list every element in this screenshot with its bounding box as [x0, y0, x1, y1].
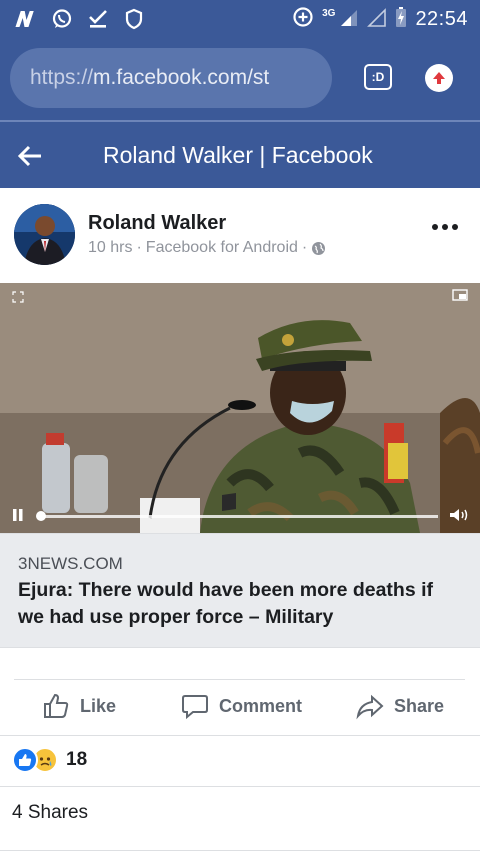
share-arrow-icon — [356, 694, 384, 720]
post-source: Facebook for Android — [145, 239, 298, 256]
post-time[interactable]: 10 hrs — [88, 239, 132, 257]
download-done-icon — [86, 7, 110, 31]
n-app-icon — [14, 7, 38, 31]
minimize-icon[interactable] — [452, 289, 468, 301]
link-title: Ejura: There would have been more deaths… — [18, 579, 434, 628]
fullscreen-corner-icon[interactable] — [12, 291, 24, 303]
data-saver-icon — [292, 6, 314, 33]
shares-divider — [0, 786, 480, 787]
tab-switcher-button[interactable]: :D — [364, 64, 392, 90]
share-button[interactable]: Share — [356, 692, 444, 720]
action-bar: Like Comment Share — [0, 680, 480, 735]
avatar[interactable] — [14, 204, 75, 265]
app-bar: Roland Walker | Facebook — [0, 122, 480, 188]
shield-icon — [122, 7, 146, 31]
progress-knob[interactable] — [36, 511, 46, 521]
signal-empty-icon — [367, 6, 387, 33]
upload-button[interactable] — [425, 64, 453, 92]
whatsapp-icon — [50, 7, 74, 31]
comment-icon — [182, 695, 208, 720]
url-host: m.facebook.com/st — [93, 66, 270, 89]
post-author-name[interactable]: Roland Walker — [88, 212, 226, 235]
like-label: Like — [80, 695, 117, 716]
pause-icon[interactable] — [12, 508, 24, 525]
url-scheme: https:// — [30, 66, 94, 89]
browser-toolbar: https://m.facebook.com/st :D — [0, 38, 480, 120]
thumbs-up-icon — [44, 693, 69, 718]
back-arrow-icon[interactable] — [16, 142, 44, 170]
status-icons-left — [14, 7, 146, 31]
signal-icon — [339, 6, 359, 33]
video-progress-bar[interactable] — [36, 511, 438, 521]
volume-icon[interactable] — [449, 508, 469, 522]
more-options-button[interactable] — [432, 224, 458, 230]
post-meta: 10 hrs · Facebook for Android · — [88, 239, 326, 257]
url-field[interactable]: https://m.facebook.com/st — [10, 48, 332, 108]
tab-switcher-label: :D — [371, 70, 385, 84]
shares-count[interactable]: 4 Shares — [12, 802, 88, 824]
video-frame — [0, 283, 480, 533]
like-button[interactable]: Like — [42, 692, 116, 720]
reaction-count: 18 — [66, 749, 88, 770]
status-icons-right: 3G 22:54 — [292, 6, 468, 33]
status-bar: 3G 22:54 — [0, 0, 480, 38]
video-player[interactable] — [0, 283, 480, 533]
page-title: Roland Walker | Facebook — [103, 142, 373, 168]
network-type-label: 3G — [322, 8, 336, 19]
meta-separator-2: · — [301, 239, 308, 256]
comment-button[interactable]: Comment — [181, 692, 302, 720]
reactions-divider — [0, 735, 480, 736]
globe-icon — [312, 241, 326, 255]
reactions-summary[interactable]: 18 — [12, 747, 87, 773]
share-label: Share — [394, 695, 445, 716]
link-domain: 3NEWS.COM — [18, 554, 123, 573]
url-text: https://m.facebook.com/st — [30, 66, 269, 90]
like-reaction-icon — [12, 747, 38, 773]
comment-label: Comment — [219, 695, 303, 716]
arrow-up-icon — [433, 72, 445, 84]
battery-charging-icon — [395, 6, 407, 33]
link-preview[interactable]: 3NEWS.COM Ejura: There would have been m… — [0, 533, 480, 648]
meta-separator: · — [136, 239, 142, 256]
post-card: Roland Walker 10 hrs · Facebook for Andr… — [0, 188, 480, 854]
bottom-divider — [0, 850, 480, 851]
clock: 22:54 — [415, 8, 468, 30]
